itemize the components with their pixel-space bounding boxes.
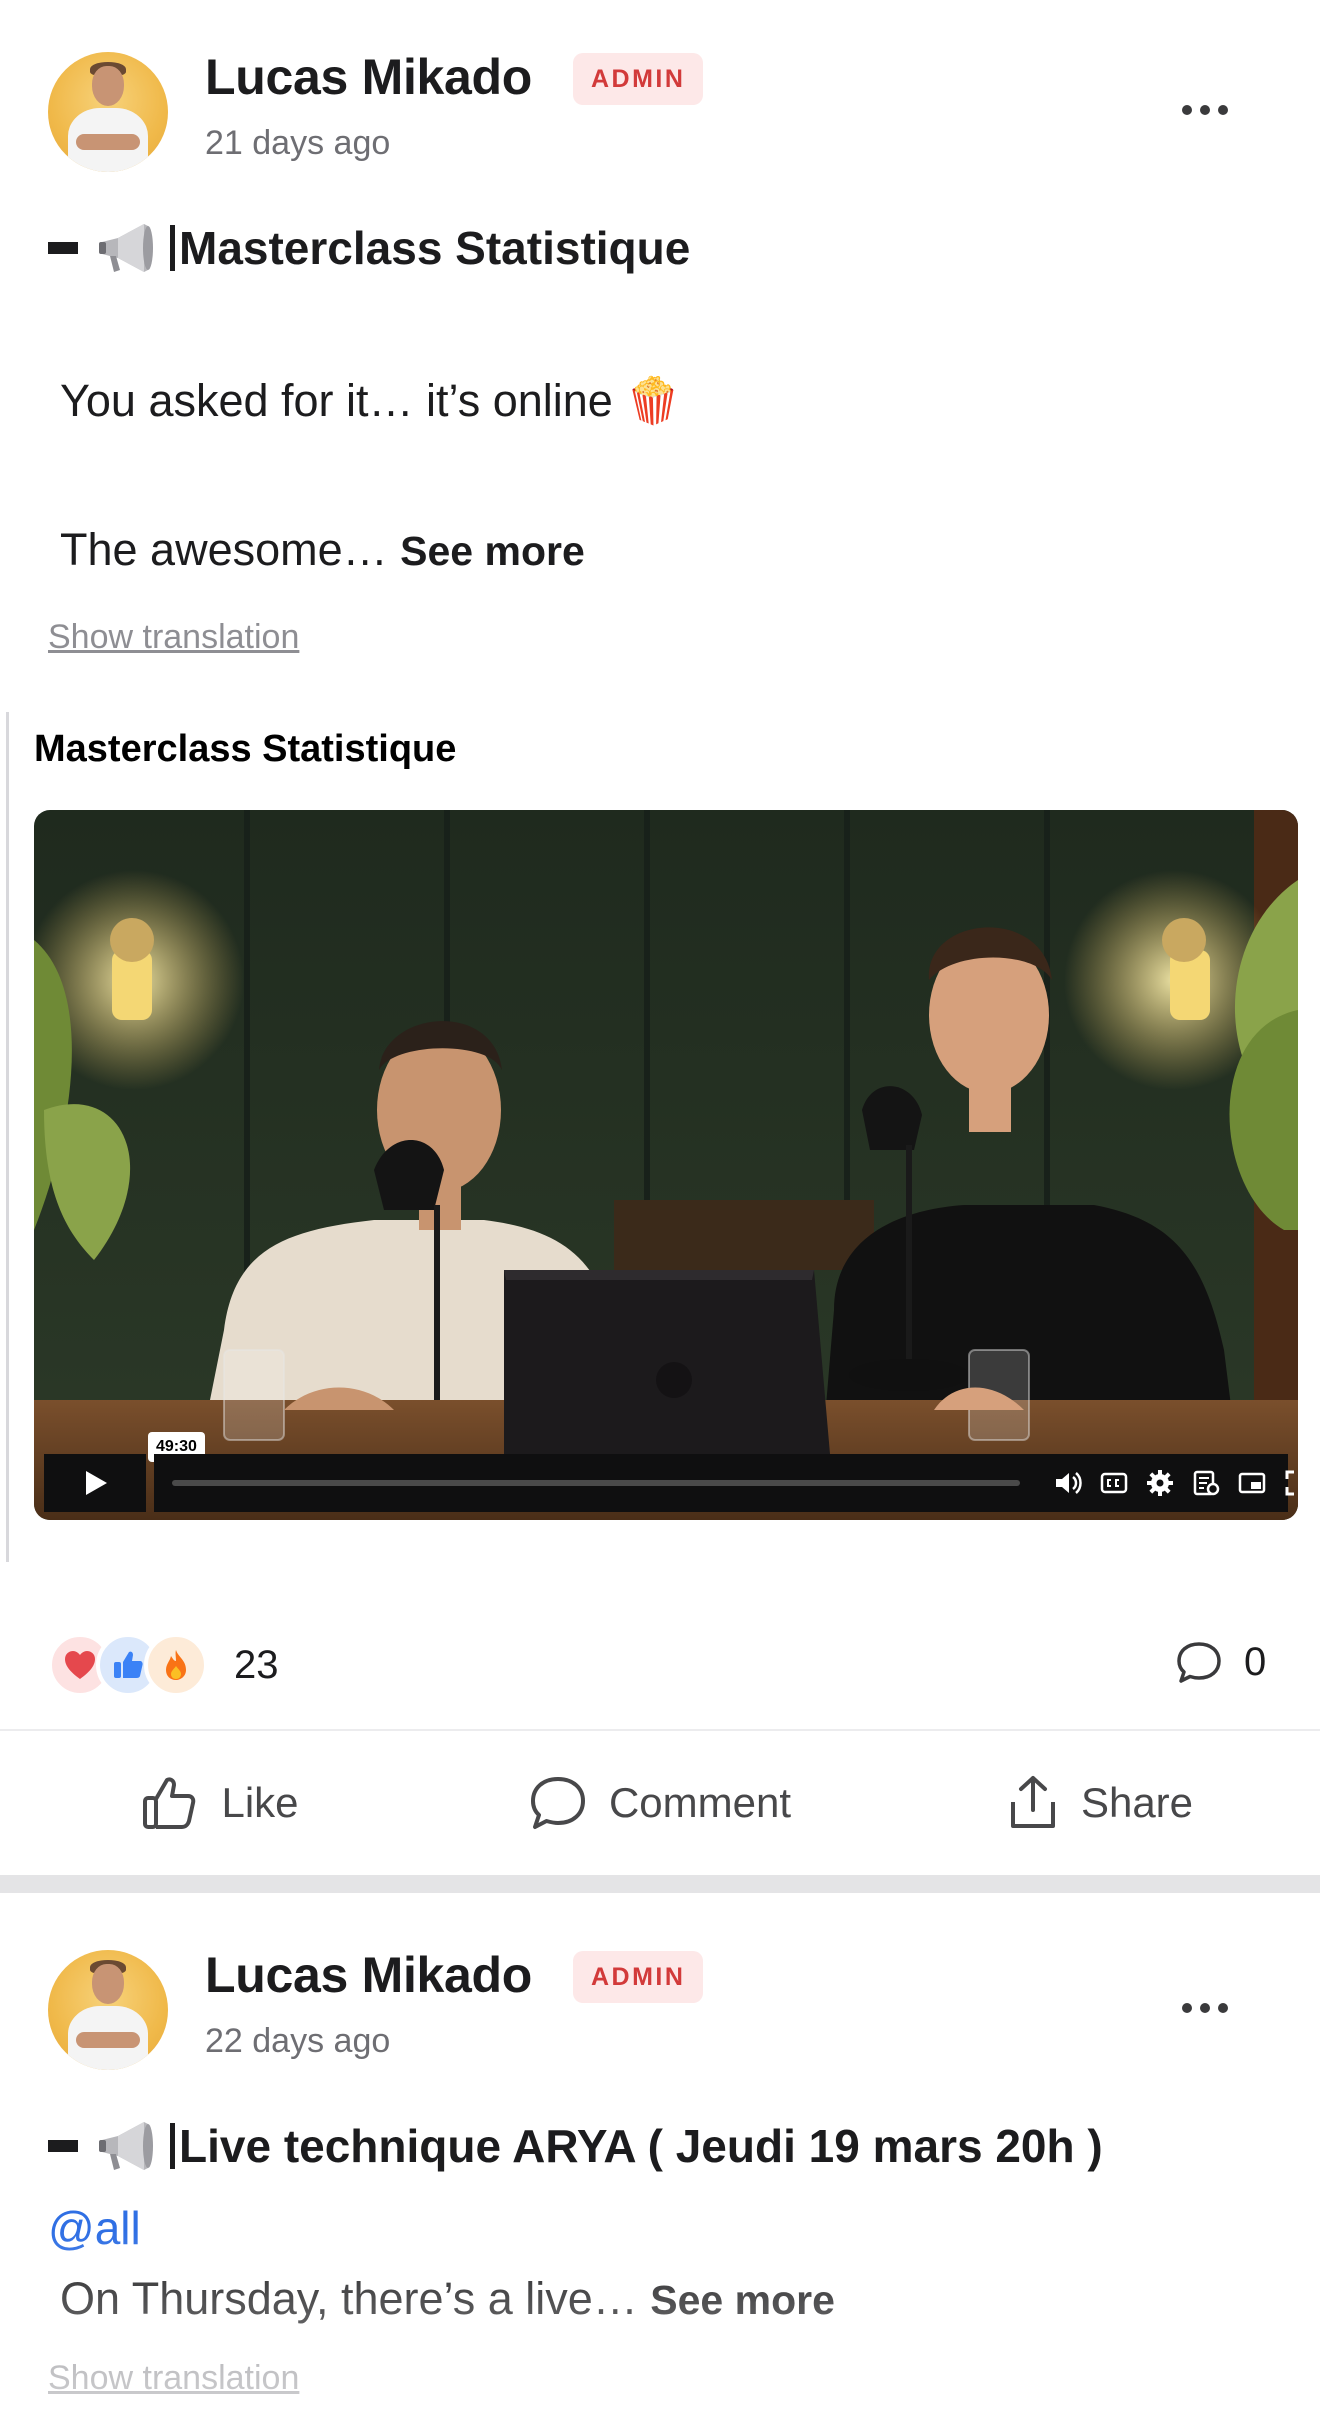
settings-gear-icon[interactable] [1144, 1467, 1176, 1499]
post-body-line: The awesome… See more [60, 524, 585, 575]
thumbs-up-icon [143, 1776, 196, 1829]
speech-bubble-icon [530, 1776, 585, 1829]
reaction-count: 23 [234, 1642, 279, 1687]
post-timestamp: 22 days ago [205, 2022, 391, 2060]
video-scrubber[interactable] [154, 1454, 1294, 1512]
progress-track[interactable] [172, 1480, 1020, 1486]
video-thumbnail [34, 810, 1298, 1520]
see-more-link[interactable]: See more [650, 2277, 835, 2323]
admin-badge: ADMIN [573, 1951, 704, 2003]
admin-badge: ADMIN [573, 53, 704, 105]
post-timestamp: 21 days ago [205, 124, 391, 162]
author-name[interactable]: Lucas Mikado [205, 1946, 532, 2004]
megaphone-icon [99, 2122, 153, 2170]
video-player[interactable]: 49:30 [34, 810, 1298, 1520]
show-translation-link[interactable]: Show translation [48, 618, 299, 657]
captions-icon[interactable] [1098, 1467, 1130, 1499]
more-horizontal-icon [1182, 2003, 1192, 2013]
play-button[interactable] [44, 1454, 146, 1512]
see-more-link[interactable]: See more [400, 528, 585, 574]
share-icon [1010, 1775, 1055, 1828]
speech-bubble-icon [1177, 1641, 1221, 1683]
comment-count[interactable]: 0 [1176, 1640, 1266, 1685]
post-separator [0, 1875, 1320, 1893]
author-name[interactable]: Lucas Mikado [205, 48, 532, 106]
comment-button[interactable]: Comment [440, 1730, 880, 1875]
feed-post: Lucas Mikado ADMIN 21 days ago Mastercla… [0, 0, 1320, 1875]
dash-glyph [48, 242, 78, 254]
author-avatar[interactable] [48, 1950, 168, 2070]
feed-post: Lucas Mikado ADMIN 22 days ago Live tech… [0, 1893, 1320, 2417]
post-body-line: On Thursday, there’s a live… See more [60, 2273, 835, 2324]
reaction-summary[interactable]: 23 [48, 1630, 279, 1700]
post-title: Masterclass Statistique [48, 220, 690, 276]
author-avatar[interactable] [48, 52, 168, 172]
more-options-button[interactable] [1170, 1988, 1240, 2028]
video-embed: Masterclass Statistique 49:30 [0, 712, 1320, 1562]
post-title: Live technique ARYA ( Jeudi 19 mars 20h … [48, 2118, 1103, 2174]
fire-icon [144, 1633, 208, 1697]
play-icon [86, 1471, 107, 1495]
video-controls: 49:30 [44, 1432, 1294, 1512]
megaphone-icon [99, 224, 153, 272]
post-actions: Like Comment Share [0, 1730, 1320, 1875]
picture-in-picture-icon[interactable] [1236, 1467, 1268, 1499]
volume-icon[interactable] [1052, 1467, 1084, 1499]
more-horizontal-icon [1182, 105, 1192, 115]
show-translation-link[interactable]: Show translation [48, 2359, 299, 2398]
embed-title: Masterclass Statistique [34, 728, 457, 770]
transcript-icon[interactable] [1190, 1467, 1222, 1499]
share-button[interactable]: Share [880, 1730, 1320, 1875]
dash-glyph [48, 2140, 78, 2152]
fullscreen-icon[interactable] [1282, 1467, 1298, 1499]
mention-link[interactable]: @all [48, 2201, 141, 2255]
more-options-button[interactable] [1170, 90, 1240, 130]
like-button[interactable]: Like [0, 1730, 440, 1875]
post-body-line: You asked for it… it’s online 🍿 [60, 375, 682, 426]
